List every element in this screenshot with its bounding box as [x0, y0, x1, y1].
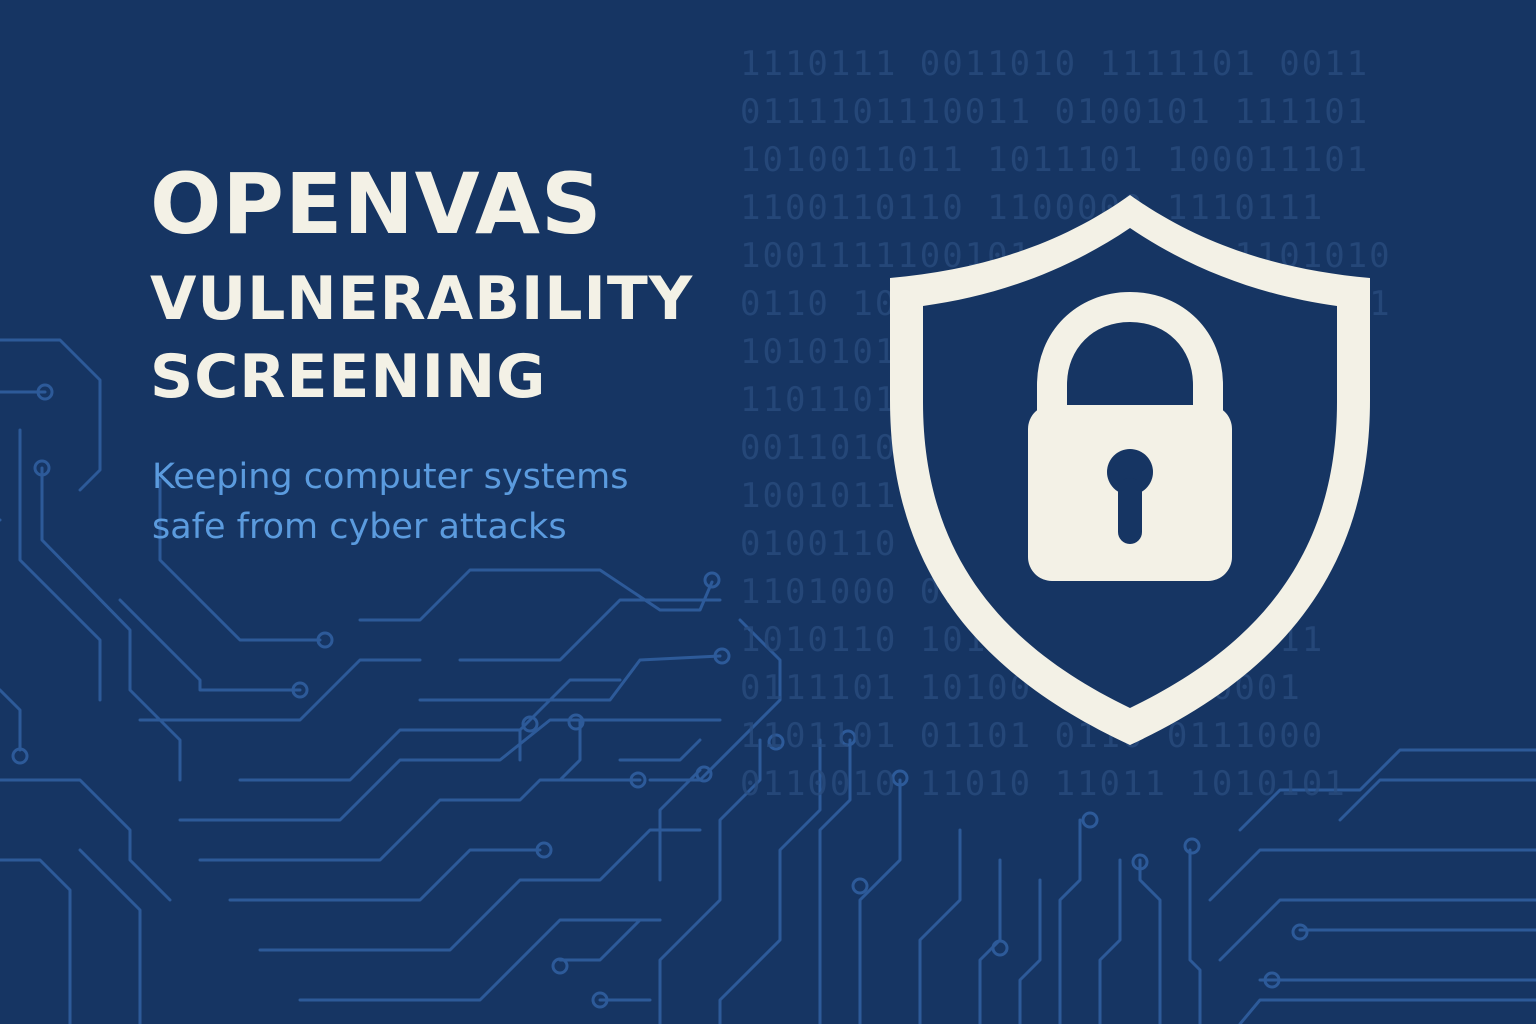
tagline: Keeping computer systems safe from cyber…: [152, 452, 628, 552]
binary-row: 0111101110011 0100101 111101: [740, 92, 1370, 132]
headline-line-1: OPENVAS: [150, 155, 603, 253]
binary-row: 0110010 11010 11011 1010101: [740, 764, 1347, 800]
shield-lock-emblem: [880, 190, 1380, 750]
binary-row: 1010011011 1011101 100011101: [740, 140, 1370, 180]
headline-line-3: SCREENING: [150, 342, 547, 412]
tagline-line-2: safe from cyber attacks: [152, 507, 567, 547]
banner: 1110111 0011010 1111101 0011 011110111001…: [0, 0, 1536, 1024]
binary-row: 1110111 0011010 1111101 0011: [740, 44, 1370, 84]
tagline-line-1: Keeping computer systems: [152, 457, 629, 497]
headline-line-2: VULNERABILITY: [150, 264, 694, 334]
headline: OPENVAS VULNERABILITY SCREENING: [150, 148, 693, 416]
